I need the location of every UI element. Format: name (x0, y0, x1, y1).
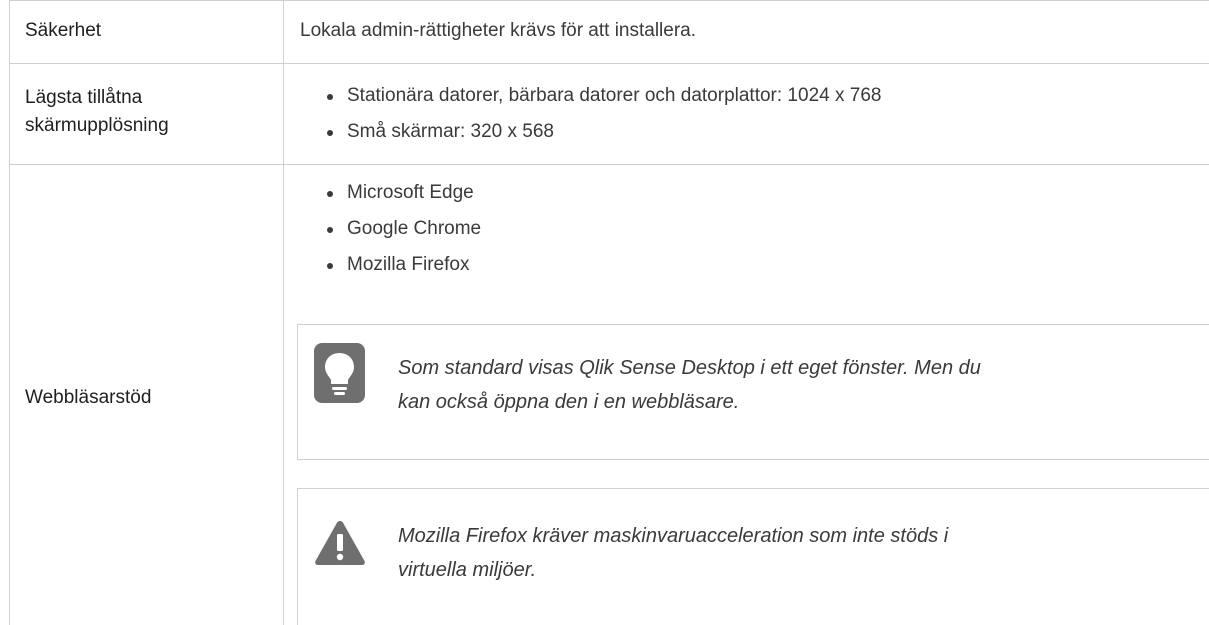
table-border-left (9, 0, 10, 625)
lightbulb-icon (314, 343, 365, 408)
tip-text-line2: kan också öppna den i en webbläsare. (398, 391, 740, 413)
row-value-security: Lokala admin-rättigheter krävs för att i… (300, 20, 697, 41)
row-label-browser: Webbläsarstöd (25, 387, 152, 408)
row-label-security: Säkerhet (25, 20, 102, 41)
list-item: Microsoft Edge (327, 175, 481, 211)
tip-text: Som standard visas Qlik Sense Desktop i … (398, 351, 1169, 419)
warning-icon (314, 519, 366, 572)
row-label-resolution-line1: Lägsta tillåtna (25, 87, 143, 108)
row-divider-top (9, 0, 1209, 1)
row-divider (9, 63, 1209, 64)
warning-note: Mozilla Firefox kräver maskinvaruacceler… (297, 488, 1209, 625)
row-label-resolution: Lägsta tillåtna skärmupplösning (25, 84, 169, 140)
warning-text: Mozilla Firefox kräver maskinvaruacceler… (398, 519, 1169, 587)
row-divider (9, 164, 1209, 165)
list-item: Google Chrome (327, 211, 481, 247)
tip-note: Som standard visas Qlik Sense Desktop i … (297, 324, 1209, 460)
warning-text-line1: Mozilla Firefox kräver maskinvaruacceler… (398, 525, 949, 547)
column-divider (283, 0, 284, 625)
list-item: Mozilla Firefox (327, 247, 481, 283)
tip-text-line1: Som standard visas Qlik Sense Desktop i … (398, 357, 981, 379)
list-item: Stationära datorer, bärbara datorer och … (327, 78, 881, 114)
browser-list: Microsoft Edge Google Chrome Mozilla Fir… (327, 175, 481, 283)
resolution-list: Stationära datorer, bärbara datorer och … (327, 78, 881, 150)
row-label-resolution-line2: skärmupplösning (25, 115, 169, 136)
warning-text-line2: virtuella miljöer. (398, 559, 537, 581)
list-item: Små skärmar: 320 x 568 (327, 114, 881, 150)
requirements-table: Säkerhet Lokala admin-rättigheter krävs … (9, 0, 1209, 625)
